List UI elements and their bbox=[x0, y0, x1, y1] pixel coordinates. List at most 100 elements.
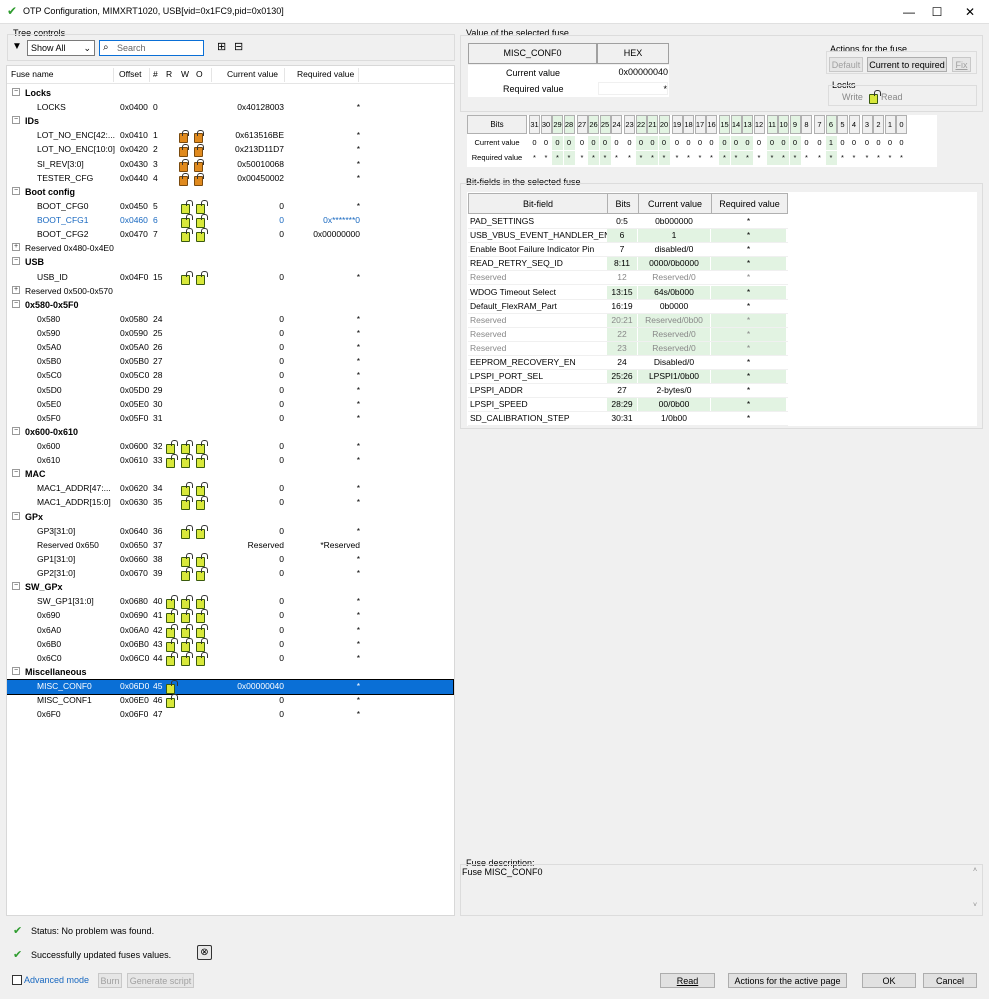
bit-required-value[interactable]: * bbox=[706, 151, 717, 165]
close-button[interactable]: ✕ bbox=[955, 2, 985, 22]
current-to-required-button[interactable]: Current to required bbox=[867, 57, 947, 72]
collapse-icon[interactable]: − bbox=[12, 582, 20, 591]
collapse-icon[interactable]: − bbox=[12, 299, 20, 308]
bitfield-row[interactable]: Reserved 23 Reserved/0 * bbox=[468, 341, 788, 356]
fuse-row[interactable]: 0x6C0 0x06C0 44 0 * bbox=[7, 651, 453, 666]
bitfields-table[interactable]: Bit-field Bits Current value Required va… bbox=[467, 192, 977, 427]
bitfield-row[interactable]: USB_VBUS_EVENT_HANDLER_EN 6 1 * bbox=[468, 229, 788, 244]
bit-current-value[interactable]: 0 bbox=[683, 136, 694, 150]
fuse-row[interactable]: MAC1_ADDR[47:... 0x0620 34 0 * bbox=[7, 482, 453, 497]
collapse-icon[interactable]: − bbox=[12, 186, 20, 195]
cancel-button[interactable]: Cancel bbox=[923, 973, 977, 988]
bit-current-value[interactable]: 0 bbox=[529, 136, 540, 150]
fuse-row[interactable]: BOOT_CFG1 0x0460 6 0 0x*******0 bbox=[7, 214, 453, 229]
bit-required-value[interactable]: * bbox=[552, 151, 563, 165]
collapse-icon[interactable]: − bbox=[12, 426, 20, 435]
default-button[interactable]: Default bbox=[829, 57, 863, 72]
lock-read-label[interactable]: Read bbox=[881, 92, 903, 102]
tree-category[interactable]: − MAC bbox=[7, 468, 453, 482]
bit-current-value[interactable]: 0 bbox=[695, 136, 706, 150]
fuse-row[interactable]: 0x6A0 0x06A0 42 0 * bbox=[7, 623, 453, 638]
bit-current-value[interactable]: 0 bbox=[778, 136, 789, 150]
bit-current-value[interactable]: 0 bbox=[730, 136, 742, 150]
bit-current-value[interactable]: 0 bbox=[611, 136, 622, 150]
actions-active-page-button[interactable]: Actions for the active page bbox=[728, 973, 847, 988]
fuse-row[interactable]: MISC_CONF1 0x06E0 46 0 * bbox=[7, 694, 453, 709]
bitfield-row[interactable]: Default_FlexRAM_Part 16:19 0b0000 * bbox=[468, 300, 788, 314]
tree-category[interactable]: − SW_GPx bbox=[7, 581, 453, 595]
col-number[interactable]: # bbox=[153, 66, 158, 83]
advanced-mode-label[interactable]: Advanced mode bbox=[24, 975, 89, 985]
bf-col-required[interactable]: Required value bbox=[712, 199, 787, 209]
bit-required-value[interactable]: * bbox=[577, 151, 588, 165]
required-value-field[interactable]: * bbox=[598, 82, 668, 95]
bit-current-value[interactable]: 0 bbox=[599, 136, 611, 150]
bit-required-value[interactable]: * bbox=[778, 151, 789, 165]
read-button[interactable]: Read bbox=[660, 973, 715, 988]
bit-required-value[interactable]: * bbox=[647, 151, 658, 165]
search-input[interactable]: ⌕ Search bbox=[99, 40, 204, 56]
fuse-row[interactable]: 0x600 0x0600 32 0 * bbox=[7, 440, 453, 454]
bit-current-value[interactable]: 0 bbox=[577, 136, 588, 150]
bit-current-value[interactable]: 0 bbox=[541, 136, 552, 150]
bit-required-value[interactable]: * bbox=[754, 151, 765, 165]
fuse-row[interactable]: 0x6F0 0x06F0 47 0 * bbox=[7, 708, 453, 722]
bit-current-value[interactable]: 0 bbox=[635, 136, 647, 150]
bitfield-row[interactable]: PAD_SETTINGS 0:5 0b000000 * bbox=[468, 215, 788, 229]
bit-required-value[interactable]: * bbox=[801, 151, 812, 165]
bit-required-value[interactable]: * bbox=[624, 151, 635, 165]
bit-required-value[interactable]: * bbox=[695, 151, 706, 165]
bit-required-value[interactable]: * bbox=[635, 151, 647, 165]
tree-category[interactable]: − Miscellaneous bbox=[7, 666, 453, 680]
bitfield-row[interactable]: SD_CALIBRATION_STEP 30:31 1/0b00 * bbox=[468, 412, 788, 427]
fuse-row[interactable]: 0x590 0x0590 25 0 * bbox=[7, 327, 453, 341]
fuse-row[interactable]: 0x580 0x0580 24 0 * bbox=[7, 313, 453, 327]
fuse-row[interactable]: TESTER_CFG 0x0440 4 0x00450002 * bbox=[7, 172, 453, 186]
bit-required-value[interactable]: * bbox=[814, 151, 825, 165]
fuse-row[interactable]: BOOT_CFG0 0x0450 5 0 * bbox=[7, 199, 453, 214]
bit-current-value[interactable]: 0 bbox=[814, 136, 825, 150]
collapse-icon[interactable]: − bbox=[12, 666, 20, 675]
bit-required-value[interactable]: * bbox=[611, 151, 622, 165]
fuse-row[interactable]: 0x610 0x0610 33 0 * bbox=[7, 454, 453, 469]
fuse-row[interactable]: USB_ID 0x04F0 15 0 * bbox=[7, 270, 453, 285]
bit-required-value[interactable]: * bbox=[885, 151, 896, 165]
fuse-row[interactable]: SW_GP1[31:0] 0x0680 40 0 * bbox=[7, 595, 453, 610]
bit-required-value[interactable]: * bbox=[599, 151, 611, 165]
bit-required-value[interactable]: * bbox=[563, 151, 575, 165]
bit-required-value[interactable]: * bbox=[672, 151, 683, 165]
tree-category[interactable]: + Reserved 0x500-0x570 bbox=[7, 285, 453, 299]
burn-button[interactable]: Burn bbox=[98, 973, 122, 988]
expand-icon[interactable]: + bbox=[12, 243, 20, 252]
minimize-button[interactable]: — bbox=[894, 2, 924, 22]
fuse-row[interactable]: 0x690 0x0690 41 0 * bbox=[7, 609, 453, 624]
fuse-row[interactable]: MISC_CONF0 0x06D0 45 0x00000040 * bbox=[7, 679, 454, 696]
bit-current-value[interactable]: 0 bbox=[885, 136, 896, 150]
bf-col-bits[interactable]: Bits bbox=[608, 199, 638, 209]
bit-current-value[interactable]: 0 bbox=[672, 136, 683, 150]
fuse-row[interactable]: Reserved 0x650 0x0650 37 Reserved *Reserved bbox=[7, 539, 453, 553]
fuse-tree[interactable]: Fuse name Offset # R W O Current value R… bbox=[6, 65, 455, 916]
bitfield-row[interactable]: READ_RETRY_SEQ_ID 8:11 0000/0b0000 * bbox=[468, 257, 788, 272]
bit-required-value[interactable]: * bbox=[529, 151, 540, 165]
bit-required-value[interactable]: * bbox=[873, 151, 884, 165]
fuse-row[interactable]: LOT_NO_ENC[10:0] 0x0420 2 0x213D11D7 * bbox=[7, 143, 453, 158]
ok-button[interactable]: OK bbox=[862, 973, 916, 988]
bit-current-value[interactable]: 0 bbox=[706, 136, 717, 150]
collapse-icon[interactable]: − bbox=[12, 469, 20, 478]
bit-current-value[interactable]: 0 bbox=[719, 136, 730, 150]
bit-required-value[interactable]: * bbox=[683, 151, 694, 165]
bit-current-value[interactable]: 1 bbox=[825, 136, 837, 150]
fuse-row[interactable]: 0x6B0 0x06B0 43 0 * bbox=[7, 637, 453, 652]
bitfield-row[interactable]: EEPROM_RECOVERY_EN 24 Disabled/0 * bbox=[468, 356, 788, 370]
fuse-row[interactable]: 0x5D0 0x05D0 29 0 * bbox=[7, 384, 453, 398]
fuse-row[interactable]: GP2[31:0] 0x0670 39 0 * bbox=[7, 567, 453, 582]
collapse-icon[interactable]: − bbox=[12, 88, 20, 96]
bf-col-current[interactable]: Current value bbox=[639, 199, 711, 209]
fuse-row[interactable]: 0x5E0 0x05E0 30 0 * bbox=[7, 398, 453, 412]
bit-required-value[interactable]: * bbox=[789, 151, 801, 165]
bitfield-row[interactable]: LPSPI_ADDR 27 2-bytes/0 * bbox=[468, 384, 788, 399]
bit-current-value[interactable]: 0 bbox=[873, 136, 884, 150]
bit-current-value[interactable]: 0 bbox=[624, 136, 635, 150]
format-selector[interactable]: HEX bbox=[597, 43, 669, 64]
